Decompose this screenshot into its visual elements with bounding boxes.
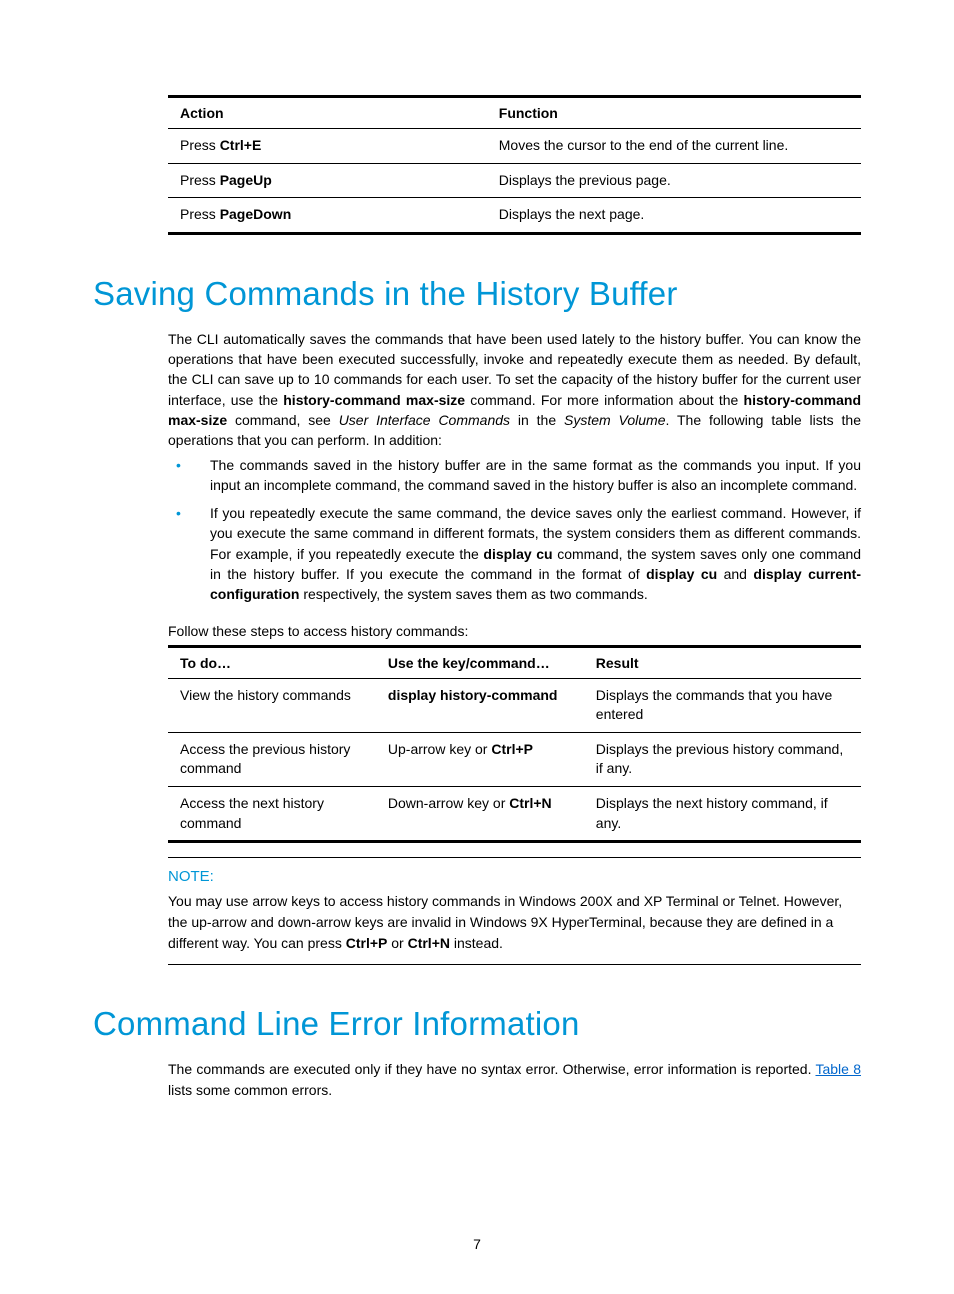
col-result: Result xyxy=(584,646,861,678)
heading-error-info: Command Line Error Information xyxy=(93,1005,861,1043)
result-cell: Displays the previous history command, i… xyxy=(584,732,861,786)
bullet-item: If you repeatedly execute the same comma… xyxy=(168,503,861,604)
table-row: Access the next history command Down-arr… xyxy=(168,787,861,842)
action-prefix: Press xyxy=(180,172,220,188)
table-row: Press PageDown Displays the next page. xyxy=(168,198,861,234)
note-rule-top xyxy=(168,857,861,858)
todo-cell: Access the previous history command xyxy=(168,732,376,786)
table-8-link[interactable]: Table 8 xyxy=(815,1061,861,1077)
italic-ref: System Volume xyxy=(564,412,666,428)
action-key: PageDown xyxy=(220,206,292,222)
text-run: and xyxy=(717,566,753,582)
bold-key: Ctrl+N xyxy=(408,935,450,951)
cmd-prefix: Down-arrow key or xyxy=(388,795,509,811)
text-run: command, see xyxy=(227,412,339,428)
bullet-item: The commands saved in the history buffer… xyxy=(168,455,861,496)
todo-cell: Access the next history command xyxy=(168,787,376,842)
table-row: Access the previous history command Up-a… xyxy=(168,732,861,786)
note-box: NOTE: You may use arrow keys to access h… xyxy=(168,857,861,965)
shortcut-table: Action Function Press Ctrl+E Moves the c… xyxy=(168,95,861,235)
action-prefix: Press xyxy=(180,137,220,153)
italic-ref: User Interface Commands xyxy=(339,412,510,428)
action-key: PageUp xyxy=(220,172,272,188)
action-prefix: Press xyxy=(180,206,220,222)
note-rule-bottom xyxy=(168,964,861,965)
bold-cmd: display cu xyxy=(483,546,552,562)
text-run: in the xyxy=(510,412,564,428)
table-row: Press PageUp Displays the previous page. xyxy=(168,163,861,198)
paragraph-intro: The CLI automatically saves the commands… xyxy=(168,329,861,451)
bullet-list: The commands saved in the history buffer… xyxy=(168,455,861,605)
text-run: You may use arrow keys to access history… xyxy=(168,893,842,951)
function-text: Moves the cursor to the end of the curre… xyxy=(487,129,861,164)
col-todo: To do… xyxy=(168,646,376,678)
text-run: respectively, the system saves them as t… xyxy=(299,586,647,602)
page-number: 7 xyxy=(0,1236,954,1252)
col-function: Function xyxy=(487,97,861,129)
function-text: Displays the previous page. xyxy=(487,163,861,198)
action-key: Ctrl+E xyxy=(220,137,262,153)
text-run: command. For more information about the xyxy=(465,392,743,408)
text-run: The commands are executed only if they h… xyxy=(168,1061,815,1077)
bold-cmd: history-command max-size xyxy=(283,392,465,408)
table-row: View the history commands display histor… xyxy=(168,678,861,732)
text-run: lists some common errors. xyxy=(168,1082,332,1098)
cmd-bold: Ctrl+P xyxy=(491,741,533,757)
col-cmd: Use the key/command… xyxy=(376,646,584,678)
lead-text: Follow these steps to access history com… xyxy=(168,623,861,639)
bold-key: Ctrl+P xyxy=(346,935,388,951)
note-label: NOTE: xyxy=(168,868,861,885)
heading-history-buffer: Saving Commands in the History Buffer xyxy=(93,275,861,313)
history-commands-table: To do… Use the key/command… Result View … xyxy=(168,645,861,844)
cmd-prefix: Up-arrow key or xyxy=(388,741,491,757)
todo-cell: View the history commands xyxy=(168,678,376,732)
paragraph-error: The commands are executed only if they h… xyxy=(168,1059,861,1100)
function-text: Displays the next page. xyxy=(487,198,861,234)
result-cell: Displays the commands that you have ente… xyxy=(584,678,861,732)
col-action: Action xyxy=(168,97,487,129)
result-cell: Displays the next history command, if an… xyxy=(584,787,861,842)
note-text: You may use arrow keys to access history… xyxy=(168,891,861,954)
cmd-bold: Ctrl+N xyxy=(509,795,551,811)
cmd-bold: display history-command xyxy=(388,687,558,703)
bold-cmd: display cu xyxy=(646,566,717,582)
text-run: instead. xyxy=(450,935,503,951)
text-run: or xyxy=(387,935,407,951)
table-row: Press Ctrl+E Moves the cursor to the end… xyxy=(168,129,861,164)
